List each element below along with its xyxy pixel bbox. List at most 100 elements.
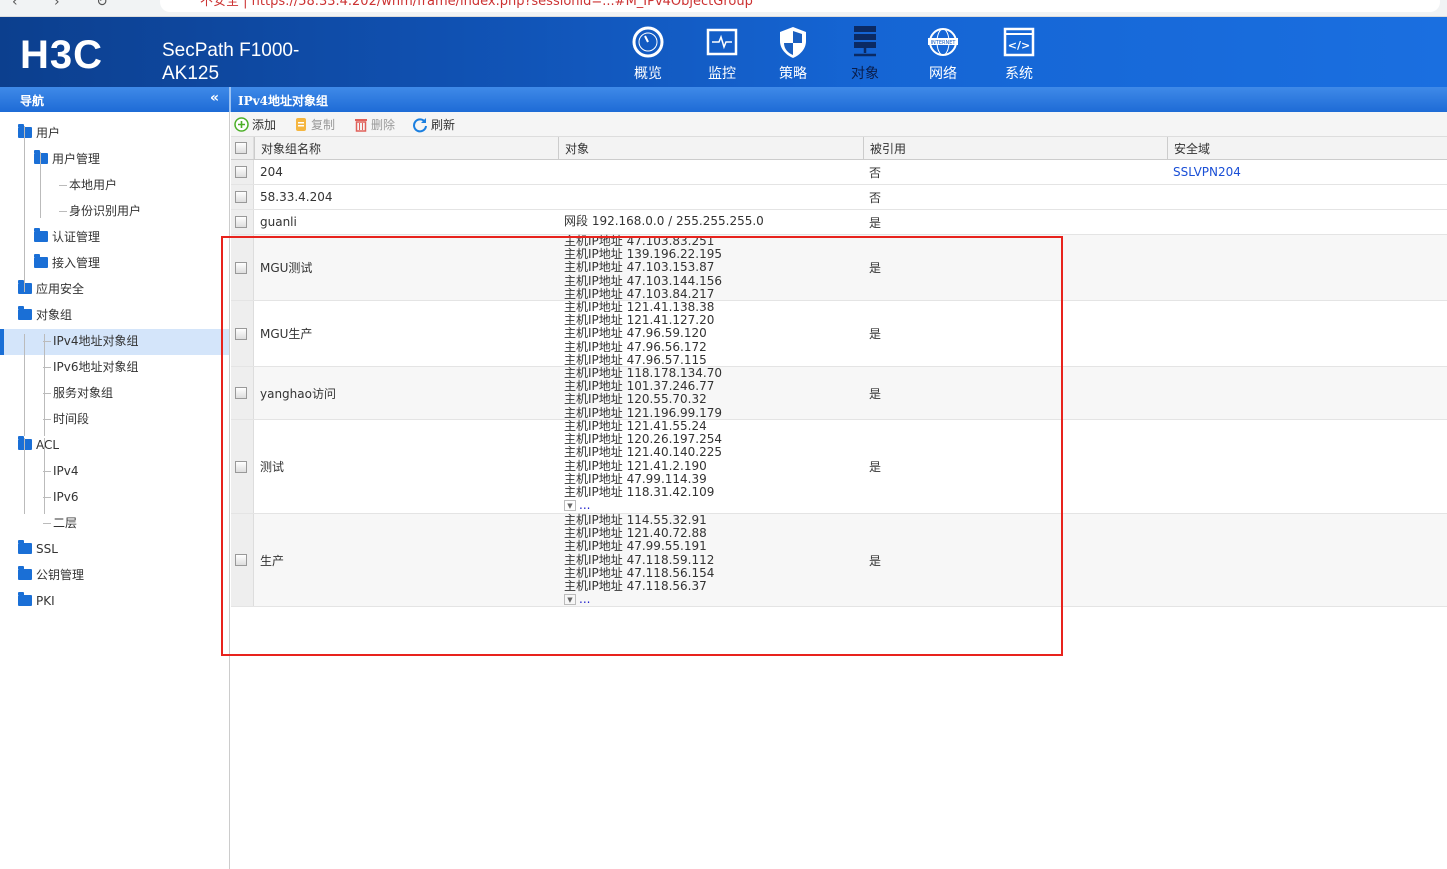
sidebar-item[interactable]: IPv4地址对象组 xyxy=(53,328,139,354)
row-checkbox[interactable] xyxy=(235,554,247,566)
sidebar-item[interactable]: 认证管理 xyxy=(34,224,100,250)
column-header-name[interactable]: 对象组名称 xyxy=(254,137,558,159)
group-name: MGU测试 xyxy=(260,261,313,275)
topnav-monitor[interactable]: 监控 xyxy=(692,25,752,83)
security-zone xyxy=(1167,367,1447,419)
sidebar-item[interactable]: IPv6 xyxy=(53,484,79,510)
refresh-button[interactable]: 刷新 xyxy=(412,116,455,133)
folder-open-icon xyxy=(18,124,32,138)
table-row[interactable]: guanli 网段 192.168.0.0 / 255.255.255.0 是 xyxy=(231,210,1447,235)
table-row[interactable]: yanghao访问 主机IP地址 118.178.134.70 主机IP地址 101… xyxy=(231,366,1447,420)
sidebar-item[interactable]: 本地用户 xyxy=(69,172,117,198)
app-header: H3C SecPath F1000-AK125 概览 监控 策略 对象 INTERNET… xyxy=(0,17,1447,87)
browser-nav-buttons[interactable]: ‹ › ↻ xyxy=(12,0,124,10)
expand-dropdown-icon[interactable]: ▼ xyxy=(564,594,576,606)
sidebar-item[interactable]: 应用安全 xyxy=(18,276,84,302)
folder-icon xyxy=(18,280,32,294)
object-list: 主机IP地址 114.55.32.91 主机IP地址 121.40.72.88 主机… xyxy=(564,513,715,606)
sidebar-item-label: SSL xyxy=(36,542,58,556)
topnav-server[interactable]: 对象 xyxy=(835,25,895,83)
column-header-referenced[interactable]: 被引用 xyxy=(863,137,1167,159)
folder-icon xyxy=(18,592,32,606)
sidebar-item-label: 本地用户 xyxy=(69,178,118,192)
group-name: 测试 xyxy=(260,460,285,474)
sidebar-item-label: 公钥管理 xyxy=(36,568,85,582)
nav-title: 导航 xyxy=(20,94,45,108)
row-checkbox[interactable] xyxy=(235,191,247,203)
sidebar-item[interactable]: 接入管理 xyxy=(34,250,100,276)
sidebar-item-label: 用户管理 xyxy=(52,152,101,166)
sidebar-item-label: 服务对象组 xyxy=(53,386,114,400)
code-window-icon: </> xyxy=(1002,25,1036,59)
sidebar-item[interactable]: IPv6地址对象组 xyxy=(53,354,139,380)
sidebar-item[interactable]: 对象组 xyxy=(18,302,72,328)
sidebar-item-label: IPv6 xyxy=(53,490,79,504)
add-icon xyxy=(234,117,249,132)
tree-connector xyxy=(59,211,67,212)
url-field[interactable]: 不安全 | https://58.33.4.202/wnm/frame/inde… xyxy=(160,0,1440,12)
sidebar-item[interactable]: 二层 xyxy=(53,510,77,536)
row-checkbox[interactable] xyxy=(235,216,247,228)
topnav-internet-globe[interactable]: INTERNET 网络 xyxy=(913,25,973,83)
folder-open-icon xyxy=(18,306,32,320)
delete-button[interactable]: 删除 xyxy=(354,116,395,133)
sidebar-item[interactable]: 时间段 xyxy=(53,406,89,432)
topnav-label: 网络 xyxy=(929,66,957,82)
table-row[interactable]: 204 否 SSLVPN204 xyxy=(231,160,1447,185)
add-button[interactable]: 添加 xyxy=(234,116,276,133)
column-header-objects[interactable]: 对象 xyxy=(558,137,863,159)
show-more-button[interactable]: ▼... xyxy=(564,499,722,512)
select-all-checkbox[interactable] xyxy=(235,142,247,154)
security-zone xyxy=(1167,210,1447,234)
show-more-button[interactable]: ▼... xyxy=(564,593,714,606)
topnav-shield[interactable]: 策略 xyxy=(763,25,823,83)
sidebar-item-label: PKI xyxy=(36,594,55,608)
object-list: 网段 192.168.0.0 / 255.255.255.0 xyxy=(564,215,764,228)
row-checkbox[interactable] xyxy=(235,327,247,340)
topnav-code-window[interactable]: </> 系统 xyxy=(989,25,1049,83)
tree-guide-line xyxy=(24,126,25,292)
server-icon xyxy=(848,25,882,59)
objects-cell: 主机IP地址 114.55.32.91 主机IP地址 121.40.72.88 主机… xyxy=(558,513,863,606)
object-list: 主机IP地址 121.41.55.24 主机IP地址 120.26.197.254… xyxy=(564,419,722,512)
table-row[interactable]: MGU生产 主机IP地址 121.41.138.38 主机IP地址 121.41.1… xyxy=(231,300,1447,367)
security-zone-link[interactable]: SSLVPN204 xyxy=(1173,165,1241,179)
topnav-dashboard[interactable]: 概览 xyxy=(618,25,678,83)
copy-button[interactable]: 复制 xyxy=(294,116,335,133)
object-entry: 主机IP地址 47.103.144.156 xyxy=(564,273,723,288)
sidebar-item[interactable]: 公钥管理 xyxy=(18,562,84,588)
expand-dropdown-icon[interactable]: ▼ xyxy=(564,500,576,512)
collapse-sidebar-button[interactable]: « xyxy=(210,90,219,106)
monitor-icon xyxy=(705,25,739,59)
group-name: 204 xyxy=(260,165,283,179)
sidebar-item[interactable]: SSL xyxy=(18,536,58,562)
sidebar-item[interactable]: 用户管理 xyxy=(34,146,100,172)
row-checkbox[interactable] xyxy=(235,261,247,274)
referenced-status: 是 xyxy=(869,386,882,401)
object-entry: 主机IP地址 47.118.59.112 xyxy=(564,552,715,567)
sidebar-item[interactable]: 服务对象组 xyxy=(53,380,113,406)
url-text: https://58.33.4.202/wnm/frame/index.php?… xyxy=(251,0,753,9)
row-checkbox[interactable] xyxy=(235,166,247,178)
objects-cell: 主机IP地址 47.103.83.251 主机IP地址 139.196.22.19… xyxy=(558,234,863,300)
object-entry: 网段 192.168.0.0 / 255.255.255.0 xyxy=(564,214,764,229)
folder-icon xyxy=(34,228,48,242)
table-row[interactable]: 58.33.4.204 否 xyxy=(231,185,1447,210)
table-row[interactable]: 生产 主机IP地址 114.55.32.91 主机IP地址 121.40.72.88… xyxy=(231,513,1447,607)
sidebar-item[interactable]: IPv4 xyxy=(53,458,79,484)
object-list: 主机IP地址 118.178.134.70 主机IP地址 101.37.246.7… xyxy=(564,366,722,420)
objects-cell xyxy=(558,160,863,184)
row-checkbox[interactable] xyxy=(235,387,247,399)
group-name: yanghao访问 xyxy=(260,386,336,401)
sidebar-item[interactable]: 身份识别用户 xyxy=(69,198,141,224)
table-row[interactable]: MGU测试 主机IP地址 47.103.83.251 主机IP地址 139.196.… xyxy=(231,234,1447,301)
topnav-label: 监控 xyxy=(708,66,736,82)
table-row[interactable]: 测试 主机IP地址 121.41.55.24 主机IP地址 120.26.197.2… xyxy=(231,419,1447,514)
column-header-security-zone[interactable]: 安全域 xyxy=(1167,137,1447,159)
security-zone xyxy=(1167,514,1447,606)
row-checkbox[interactable] xyxy=(235,460,247,473)
topnav-label: 概览 xyxy=(634,66,662,82)
sidebar-item[interactable]: PKI xyxy=(18,588,55,614)
object-group-table: 对象组名称 对象 被引用 安全域 204 否 SSLVPN204 58.33.4.20… xyxy=(231,137,1447,607)
referenced-status: 是 xyxy=(869,261,882,275)
